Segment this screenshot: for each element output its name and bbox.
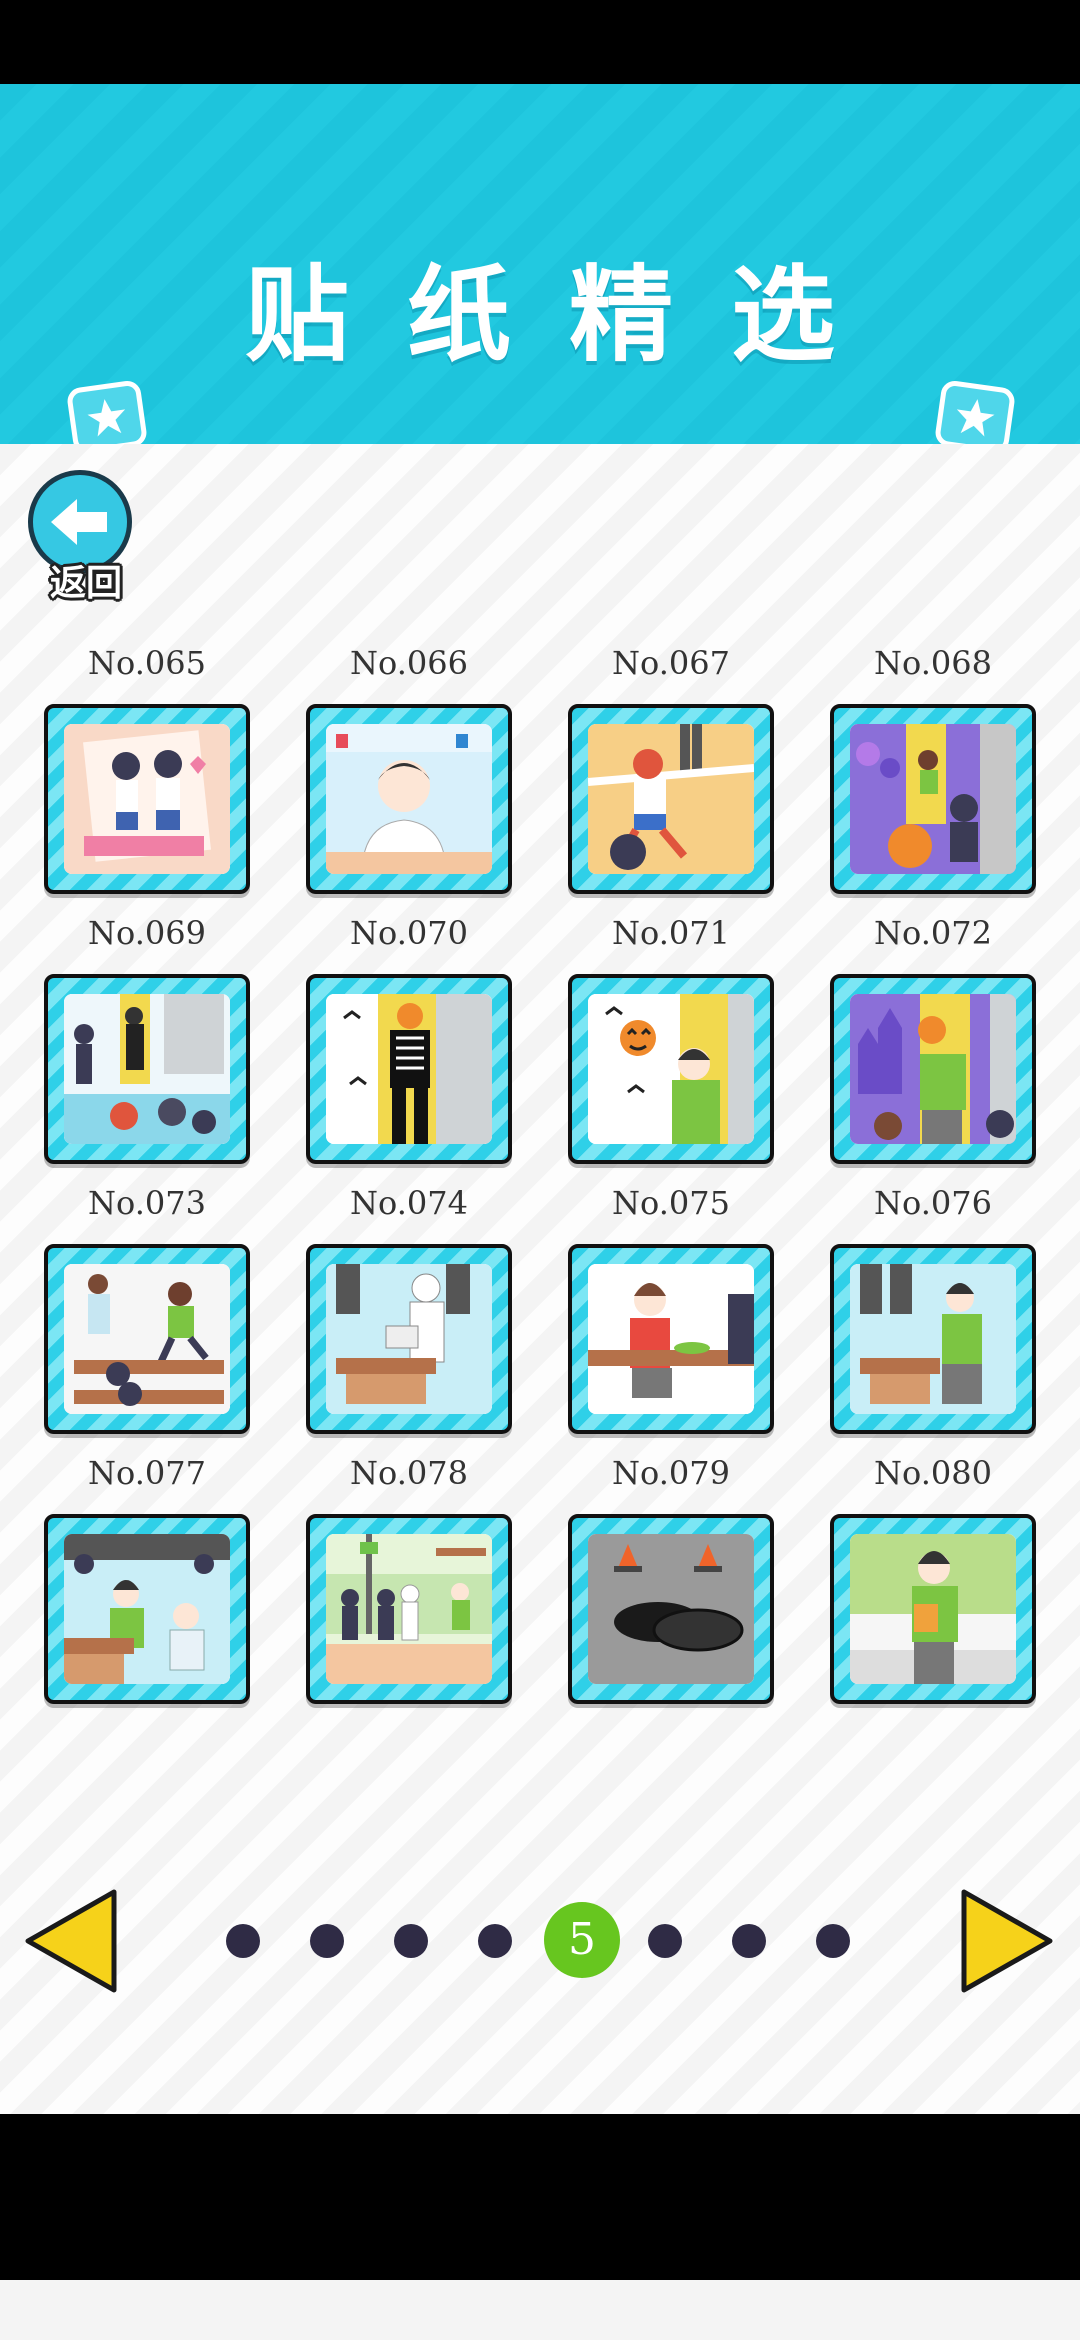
status-bar [0, 0, 1080, 84]
sticker-number: No.071 [612, 914, 730, 952]
sticker-card[interactable] [44, 704, 250, 894]
classroom-run-thumb [64, 1264, 230, 1414]
page-dot-2[interactable] [310, 1924, 344, 1958]
sticker-card[interactable] [44, 1514, 250, 1704]
snack-boy-thumb [850, 1534, 1016, 1684]
pumpkin-boy-thumb [588, 994, 754, 1144]
page-dot-3[interactable] [394, 1924, 428, 1958]
sticker-number: No.077 [88, 1454, 206, 1492]
sticker-card[interactable] [568, 704, 774, 894]
sticker-number: No.065 [88, 644, 206, 682]
sticker-card[interactable] [306, 974, 512, 1164]
sticker-card[interactable] [44, 974, 250, 1164]
sticker-number: No.069 [88, 914, 206, 952]
sticker-card[interactable] [44, 1244, 250, 1434]
sticker-card[interactable] [306, 1514, 512, 1704]
sticker-number: No.072 [874, 914, 992, 952]
left-arrow-icon [25, 1889, 117, 1993]
sticker-number: No.074 [350, 1184, 468, 1222]
sticker-card[interactable] [830, 1244, 1036, 1434]
back-label: 返回 [49, 563, 122, 604]
sticker-number: No.067 [612, 644, 730, 682]
page-dot-4[interactable] [478, 1924, 512, 1958]
bus-stop-thumb [326, 1534, 492, 1684]
page-dot-current[interactable]: 5 [544, 1902, 620, 1978]
page-dot-1[interactable] [226, 1924, 260, 1958]
sticker-number: No.080 [874, 1454, 992, 1492]
classroom-boy-thumb [850, 1264, 1016, 1414]
sticker-number: No.075 [612, 1184, 730, 1222]
reading-student-thumb [326, 1264, 492, 1414]
sticker-number: No.079 [612, 1454, 730, 1492]
sticker-number: No.073 [88, 1184, 206, 1222]
back-button[interactable]: 返回 [26, 470, 138, 610]
sticker-number: No.078 [350, 1454, 468, 1492]
sticker-number: No.070 [350, 914, 468, 952]
skeleton-costume-thumb [326, 994, 492, 1144]
race-finish-thumb [588, 724, 754, 874]
page-dot-6[interactable] [648, 1924, 682, 1958]
sticker-card[interactable] [306, 1244, 512, 1434]
boy-portrait-thumb [326, 724, 492, 874]
sticker-number: No.076 [874, 1184, 992, 1222]
sticker-card[interactable] [830, 704, 1036, 894]
system-nav-area [0, 2280, 1080, 2340]
skeleton-classroom-thumb [64, 994, 230, 1144]
sticker-card[interactable] [306, 704, 512, 894]
page-title: 贴纸精选 [244, 254, 893, 376]
class-group-thumb [64, 1534, 230, 1684]
sticker-number: No.068 [874, 644, 992, 682]
sticker-card[interactable] [568, 974, 774, 1164]
sticker-number: No.066 [350, 644, 468, 682]
lunch-desk-thumb [588, 1264, 754, 1414]
next-page-button[interactable] [958, 1886, 1058, 1996]
sticker-card[interactable] [830, 1514, 1036, 1704]
prev-page-button[interactable] [20, 1886, 120, 1996]
sticker-card[interactable] [830, 974, 1036, 1164]
right-arrow-icon [961, 1889, 1053, 1993]
couple-photo-thumb [64, 724, 230, 874]
page-dot-8[interactable] [816, 1924, 850, 1958]
bottom-black-bar [0, 2114, 1080, 2280]
page-dot-7[interactable] [732, 1924, 766, 1958]
manhole-cones-thumb [588, 1534, 754, 1684]
sticker-card[interactable] [568, 1244, 774, 1434]
sticker-card[interactable] [568, 1514, 774, 1704]
halloween-party-thumb [850, 724, 1016, 874]
pumpkin-castle-thumb [850, 994, 1016, 1144]
